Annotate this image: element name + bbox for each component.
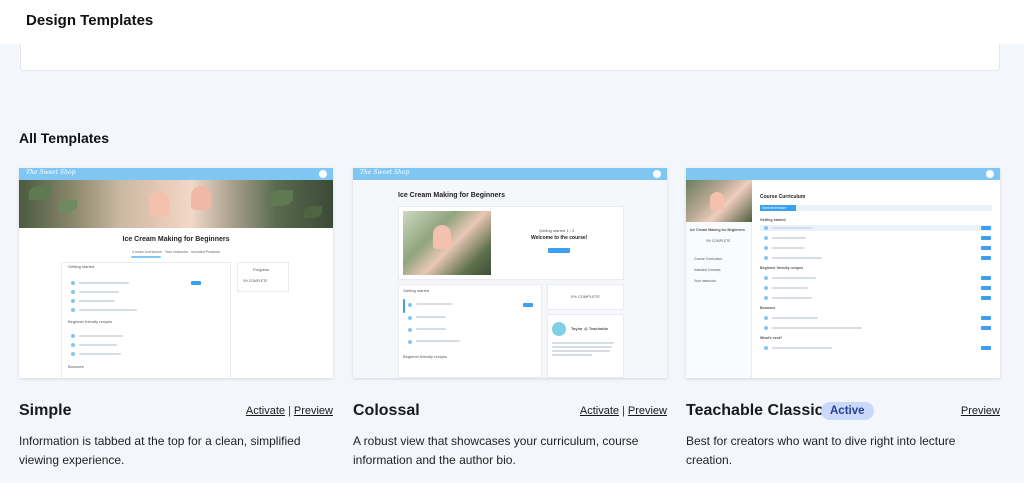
template-name: Simple: [19, 402, 72, 419]
template-name: Colossal: [353, 402, 420, 419]
top-bar: Design Templates: [0, 0, 1024, 44]
template-description: A robust view that showcases your curric…: [353, 434, 639, 467]
thumb-brand: The Sweet Shop: [26, 169, 76, 176]
avatar-icon: [986, 170, 994, 178]
section-title: All Templates: [19, 130, 109, 146]
thumb-hero-image: [686, 180, 752, 222]
template-name: Teachable Classic: [686, 402, 824, 419]
preview-link[interactable]: Preview: [961, 405, 1000, 417]
page-title: Design Templates: [26, 12, 154, 29]
template-card-simple: The Sweet Shop Ice Cream Making for Begi…: [19, 168, 333, 467]
author-avatar: [552, 322, 566, 336]
preview-link[interactable]: Preview: [294, 405, 333, 417]
template-description: Best for creators who want to dive right…: [686, 434, 956, 467]
preview-link[interactable]: Preview: [628, 405, 667, 417]
template-thumbnail-teachable-classic[interactable]: Ice Cream Making for Beginners 0% COMPLE…: [686, 168, 1000, 378]
avatar-icon: [653, 170, 661, 178]
template-card-teachable-classic: Ice Cream Making for Beginners 0% COMPLE…: [686, 168, 1000, 467]
status-badge: Active: [821, 402, 874, 420]
thumb-course-title: Ice Cream Making for Beginners: [398, 192, 505, 199]
thumb-course-title: Ice Cream Making for Beginners: [122, 236, 230, 243]
template-card-colossal: The Sweet Shop Ice Cream Making for Begi…: [353, 168, 667, 467]
activate-link[interactable]: Activate: [246, 405, 285, 417]
thumb-hero-image: [403, 211, 491, 275]
template-description: Information is tabbed at the top for a c…: [19, 434, 301, 467]
activate-link[interactable]: Activate: [580, 405, 619, 417]
avatar-icon: [319, 170, 327, 178]
settings-card: [20, 44, 1000, 71]
template-thumbnail-simple[interactable]: The Sweet Shop Ice Cream Making for Begi…: [19, 168, 333, 378]
template-thumbnail-colossal[interactable]: The Sweet Shop Ice Cream Making for Begi…: [353, 168, 667, 378]
thumb-hero-image: [19, 180, 333, 228]
thumb-brand: The Sweet Shop: [360, 169, 410, 176]
